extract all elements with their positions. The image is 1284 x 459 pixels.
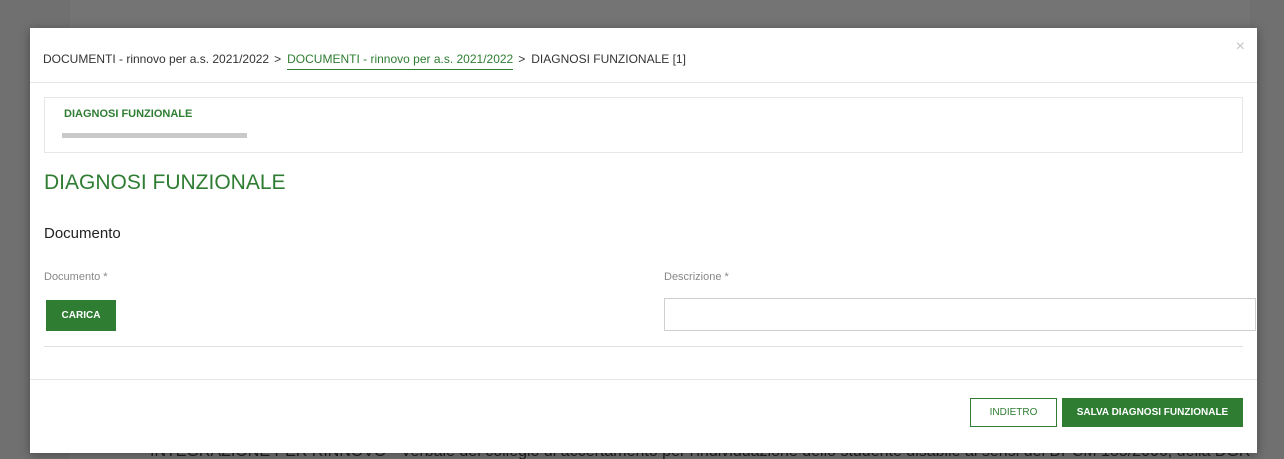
breadcrumb: DOCUMENTI - rinnovo per a.s. 2021/2022 >… xyxy=(43,48,686,70)
form-divider xyxy=(44,346,1243,347)
back-button[interactable]: INDIETRO xyxy=(970,398,1057,427)
description-field-label: Descrizione * xyxy=(664,271,729,283)
close-icon[interactable]: × xyxy=(1236,39,1245,55)
breadcrumb-item-documents: DOCUMENTI - rinnovo per a.s. 2021/2022 xyxy=(43,52,270,66)
section-title: Documento xyxy=(44,225,121,242)
breadcrumb-separator: > xyxy=(274,52,282,66)
breadcrumb-separator: > xyxy=(518,52,526,66)
save-button[interactable]: SALVA DIAGNOSI FUNZIONALE xyxy=(1062,398,1243,427)
description-input[interactable] xyxy=(664,298,1256,331)
footer-divider xyxy=(30,379,1257,380)
page-title: DIAGNOSI FUNZIONALE xyxy=(44,171,286,194)
document-upload-modal: DOCUMENTI - rinnovo per a.s. 2021/2022 >… xyxy=(30,28,1257,453)
upload-button[interactable]: CARICA xyxy=(46,300,116,331)
step-label[interactable]: DIAGNOSI FUNZIONALE xyxy=(64,108,192,120)
breadcrumb-link-documents[interactable]: DOCUMENTI - rinnovo per a.s. 2021/2022 xyxy=(287,52,514,70)
breadcrumb-current: DIAGNOSI FUNZIONALE [1] xyxy=(531,52,686,66)
step-progress-bar xyxy=(62,133,247,138)
document-field-label: Documento * xyxy=(44,271,108,283)
modal-header: DOCUMENTI - rinnovo per a.s. 2021/2022 >… xyxy=(30,28,1257,83)
step-indicator: DIAGNOSI FUNZIONALE xyxy=(44,97,1243,153)
